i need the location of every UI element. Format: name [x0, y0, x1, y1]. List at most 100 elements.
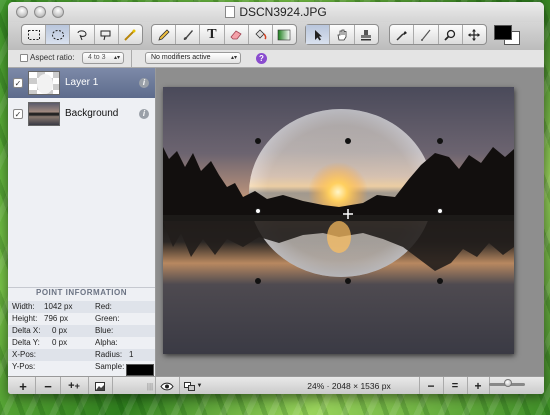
layer-image-icon[interactable] — [91, 378, 109, 394]
magic-wand-icon[interactable] — [119, 25, 142, 44]
radius-value: 1 — [129, 350, 134, 359]
view-mode-popup[interactable]: ▼ — [182, 378, 204, 394]
window-title-text: DSCN3924.JPG — [239, 5, 327, 19]
bottom-bar: + − + + ||| ▼ 24% · 2048 × 1536 px − = + — [8, 376, 544, 394]
gradient-icon[interactable] — [273, 25, 296, 44]
zoom-slider-knob[interactable] — [504, 379, 512, 387]
divider — [419, 377, 420, 394]
arrow-icon[interactable] — [306, 25, 331, 44]
brush-icon[interactable] — [176, 25, 201, 44]
image-canvas[interactable] — [163, 87, 514, 354]
selection-handle[interactable] — [255, 138, 261, 144]
divider — [155, 377, 156, 394]
popup-arrows-icon: ▴▾ — [113, 55, 120, 61]
width-label: Width: — [12, 302, 35, 311]
layer-name: Layer 1 — [65, 77, 99, 88]
magic-lasso-icon[interactable] — [95, 25, 119, 44]
text-icon[interactable]: T — [200, 25, 225, 44]
aspect-ratio-popup[interactable]: 4 to 3 ▴▾ — [82, 52, 124, 64]
selection-tool-group — [21, 24, 143, 45]
eye-icon[interactable] — [158, 378, 176, 394]
sample-label: Sample: — [95, 362, 125, 371]
selection-handle[interactable] — [437, 208, 443, 214]
height-value: 796 px — [44, 314, 69, 323]
point-info-row: X-Pos: Radius: 1 — [8, 349, 155, 361]
resize-grip-icon[interactable]: ||| — [146, 378, 154, 394]
paint-bucket-icon[interactable] — [249, 25, 273, 44]
layer-row-layer-1[interactable]: ✓ Layer 1 i — [8, 68, 155, 98]
chevron-down-icon: ▼ — [196, 383, 203, 389]
y-pos-label: Y-Pos: — [12, 362, 36, 371]
zoom-fit-button[interactable]: = — [445, 378, 465, 394]
green-label: Green: — [95, 314, 120, 323]
ellipse-select-icon[interactable] — [46, 25, 71, 44]
aspect-ratio-label: Aspect ratio: — [30, 53, 75, 62]
title-bar: DSCN3924.JPG — [8, 2, 544, 22]
stamp-icon[interactable] — [355, 25, 378, 44]
zoom-out-button[interactable]: − — [421, 378, 441, 394]
view-tool-group — [389, 24, 487, 45]
add-layer-button[interactable]: + — [14, 378, 32, 394]
zoom-in-button[interactable]: + — [469, 378, 487, 394]
divider — [35, 377, 36, 394]
alpha-label: Alpha: — [95, 338, 118, 347]
zoom-icon[interactable] — [439, 25, 463, 44]
pencil-icon[interactable] — [152, 25, 177, 44]
blue-label: Blue: — [95, 326, 114, 335]
eraser-icon[interactable] — [225, 25, 249, 44]
radius-label: Radius: — [95, 350, 123, 359]
remove-layer-button[interactable]: − — [39, 378, 57, 394]
layer-thumbnail — [28, 71, 60, 95]
divider — [112, 377, 113, 394]
delta-x-label: Delta X: — [12, 326, 41, 335]
help-button[interactable]: ? — [256, 53, 267, 64]
selection-handle[interactable] — [345, 278, 351, 284]
modifiers-popup[interactable]: No modifiers active ▴▾ — [145, 52, 241, 64]
selection-handle[interactable] — [255, 278, 261, 284]
sample-color-well — [126, 364, 154, 376]
aspect-ratio-checkbox[interactable] — [20, 54, 28, 62]
delta-x-value: 0 px — [52, 326, 68, 335]
selection-handle[interactable] — [437, 278, 443, 284]
divider — [467, 377, 468, 394]
zoom-status: 24% · 2048 × 1536 px — [307, 381, 391, 391]
divider — [179, 377, 180, 394]
divider — [443, 377, 444, 394]
layer-name: Background — [65, 108, 119, 119]
smudge-icon[interactable] — [414, 25, 439, 44]
width-value: 1042 px — [44, 302, 73, 311]
duplicate-plus-small: + — [74, 381, 80, 391]
aspect-ratio-value: 4 to 3 — [88, 54, 106, 61]
selection-handle[interactable] — [437, 138, 443, 144]
move-tool-group — [305, 24, 379, 45]
document-icon — [225, 6, 236, 18]
eyedropper-icon[interactable] — [390, 25, 415, 44]
options-bar: Aspect ratio: 4 to 3 ▴▾ No modifiers acti… — [8, 50, 544, 68]
delta-y-value: 0 px — [52, 338, 68, 347]
color-swatches[interactable] — [494, 25, 520, 45]
selection-handle[interactable] — [345, 138, 351, 144]
point-info-header: POINT INFORMATION — [8, 287, 155, 302]
layer-visibility-checkbox[interactable]: ✓ — [13, 109, 23, 119]
selection-handle[interactable] — [255, 208, 261, 214]
layer-info-icon[interactable]: i — [139, 109, 149, 119]
divider — [60, 377, 61, 394]
height-label: Height: — [12, 314, 38, 323]
modifiers-value: No modifiers active — [151, 54, 211, 61]
point-info-row: Width: 1042 px Red: — [8, 301, 155, 313]
divider — [131, 50, 132, 67]
move-icon[interactable] — [463, 25, 486, 44]
hand-icon[interactable] — [330, 25, 355, 44]
red-label: Red: — [95, 302, 112, 311]
toolbar: T — [8, 22, 544, 50]
layer-visibility-checkbox[interactable]: ✓ — [13, 78, 23, 88]
duplicate-layer-button[interactable]: + + — [63, 378, 85, 394]
popup-arrows-icon: ▴▾ — [230, 55, 237, 61]
rect-select-icon[interactable] — [22, 25, 47, 44]
divider — [88, 377, 89, 394]
layer-row-background[interactable]: ✓ Background i — [8, 99, 155, 129]
foreground-color-swatch[interactable] — [494, 25, 512, 40]
lasso-icon[interactable] — [70, 25, 95, 44]
layer-info-icon[interactable]: i — [139, 78, 149, 88]
delta-y-label: Delta Y: — [12, 338, 40, 347]
